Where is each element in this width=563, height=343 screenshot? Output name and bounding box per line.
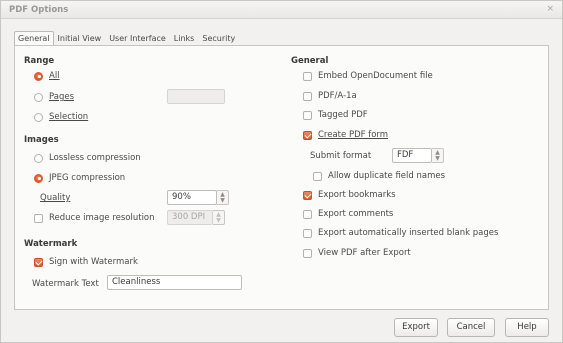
- allow-duplicate-checkbox[interactable]: [313, 171, 322, 181]
- watermark-text-input[interactable]: Cleanliness: [107, 275, 242, 290]
- general-heading: General: [291, 56, 329, 66]
- range-pages-option[interactable]: Pages: [34, 92, 74, 102]
- export-comments-checkbox[interactable]: [303, 209, 312, 219]
- range-all-radio[interactable]: [34, 71, 43, 81]
- close-icon[interactable]: ×: [546, 4, 554, 14]
- reduce-resolution-checkbox[interactable]: [34, 213, 43, 223]
- create-form-label: Create PDF form: [318, 130, 389, 140]
- export-blank-pages-checkbox[interactable]: [303, 228, 312, 238]
- submit-format-row: Submit format: [310, 151, 371, 161]
- create-form-checkbox[interactable]: [303, 130, 312, 140]
- tagged-pdf-option[interactable]: Tagged PDF: [303, 110, 368, 120]
- export-bookmarks-option[interactable]: Export bookmarks: [303, 190, 396, 200]
- images-heading: Images: [24, 135, 59, 145]
- lossless-option[interactable]: Lossless compression: [34, 153, 141, 163]
- range-selection-option[interactable]: Selection: [34, 112, 88, 122]
- tab-bar: General Initial View User Interface Link…: [14, 31, 239, 46]
- export-bookmarks-label: Export bookmarks: [318, 190, 396, 200]
- range-pages-label: Pages: [49, 92, 75, 102]
- lossless-radio[interactable]: [34, 153, 43, 163]
- sign-watermark-option[interactable]: Sign with Watermark: [34, 257, 138, 267]
- quality-row: Quality: [40, 193, 70, 203]
- submit-format-arrows-icon[interactable]: ▲ ▼: [432, 148, 444, 163]
- submit-format-label: Submit format: [310, 151, 372, 161]
- jpeg-label: JPEG compression: [49, 173, 126, 183]
- range-pages-radio[interactable]: [34, 92, 43, 102]
- quality-input[interactable]: 90%: [167, 190, 217, 205]
- pdfa-label: PDF/A-1a: [318, 91, 357, 101]
- quality-label: Quality: [40, 193, 71, 203]
- export-blank-pages-label: Export automatically inserted blank page…: [318, 228, 499, 238]
- title-bar: PDF Options ×: [1, 1, 562, 19]
- resolution-spin-arrows-icon[interactable]: ▲ ▼: [213, 210, 225, 225]
- jpeg-radio[interactable]: [34, 173, 43, 183]
- range-selection-radio[interactable]: [34, 112, 43, 122]
- resolution-select[interactable]: 300 DPI: [167, 210, 213, 225]
- watermark-text-row: Watermark Text: [32, 279, 99, 289]
- export-blank-pages-option[interactable]: Export automatically inserted blank page…: [303, 228, 498, 238]
- jpeg-option[interactable]: JPEG compression: [34, 173, 125, 183]
- view-after-export-label: View PDF after Export: [318, 248, 411, 258]
- tab-links[interactable]: Links: [170, 31, 199, 46]
- tab-security[interactable]: Security: [198, 31, 239, 46]
- pdfa-checkbox[interactable]: [303, 91, 312, 101]
- embed-odf-label: Embed OpenDocument file: [318, 71, 433, 81]
- view-after-export-option[interactable]: View PDF after Export: [303, 248, 411, 258]
- embed-odf-option[interactable]: Embed OpenDocument file: [303, 71, 433, 81]
- sign-watermark-checkbox[interactable]: [34, 257, 43, 267]
- watermark-heading: Watermark: [24, 239, 78, 249]
- allow-duplicate-label: Allow duplicate field names: [328, 171, 446, 181]
- create-form-option[interactable]: Create PDF form: [303, 130, 388, 140]
- watermark-text-label: Watermark Text: [32, 279, 99, 289]
- reduce-resolution-label: Reduce image resolution: [49, 213, 155, 223]
- lossless-label: Lossless compression: [49, 153, 141, 163]
- view-after-export-checkbox[interactable]: [303, 248, 312, 258]
- tab-general[interactable]: General: [14, 31, 54, 46]
- export-bookmarks-checkbox[interactable]: [303, 190, 312, 200]
- tagged-pdf-label: Tagged PDF: [318, 110, 368, 120]
- pages-input[interactable]: [167, 89, 225, 104]
- tab-user-interface[interactable]: User Interface: [105, 31, 170, 46]
- export-comments-label: Export comments: [318, 209, 394, 219]
- range-all-option[interactable]: All: [34, 71, 60, 81]
- allow-duplicate-option[interactable]: Allow duplicate field names: [313, 171, 445, 181]
- sign-watermark-label: Sign with Watermark: [49, 257, 138, 267]
- tagged-pdf-checkbox[interactable]: [303, 110, 312, 120]
- cancel-button[interactable]: Cancel: [447, 318, 495, 337]
- range-heading: Range: [24, 56, 55, 66]
- embed-odf-checkbox[interactable]: [303, 71, 312, 81]
- range-all-label: All: [49, 71, 60, 81]
- submit-format-select[interactable]: FDF: [392, 148, 432, 163]
- quality-spin-arrows-icon[interactable]: ▲ ▼: [217, 190, 229, 205]
- range-selection-label: Selection: [49, 112, 89, 122]
- window-title: PDF Options: [9, 5, 69, 15]
- reduce-resolution-option[interactable]: Reduce image resolution: [34, 213, 155, 223]
- tab-initial-view[interactable]: Initial View: [54, 31, 106, 46]
- export-comments-option[interactable]: Export comments: [303, 209, 393, 219]
- pdfa-option[interactable]: PDF/A-1a: [303, 91, 357, 101]
- help-button[interactable]: Help: [505, 318, 549, 337]
- export-button[interactable]: Export: [394, 318, 438, 337]
